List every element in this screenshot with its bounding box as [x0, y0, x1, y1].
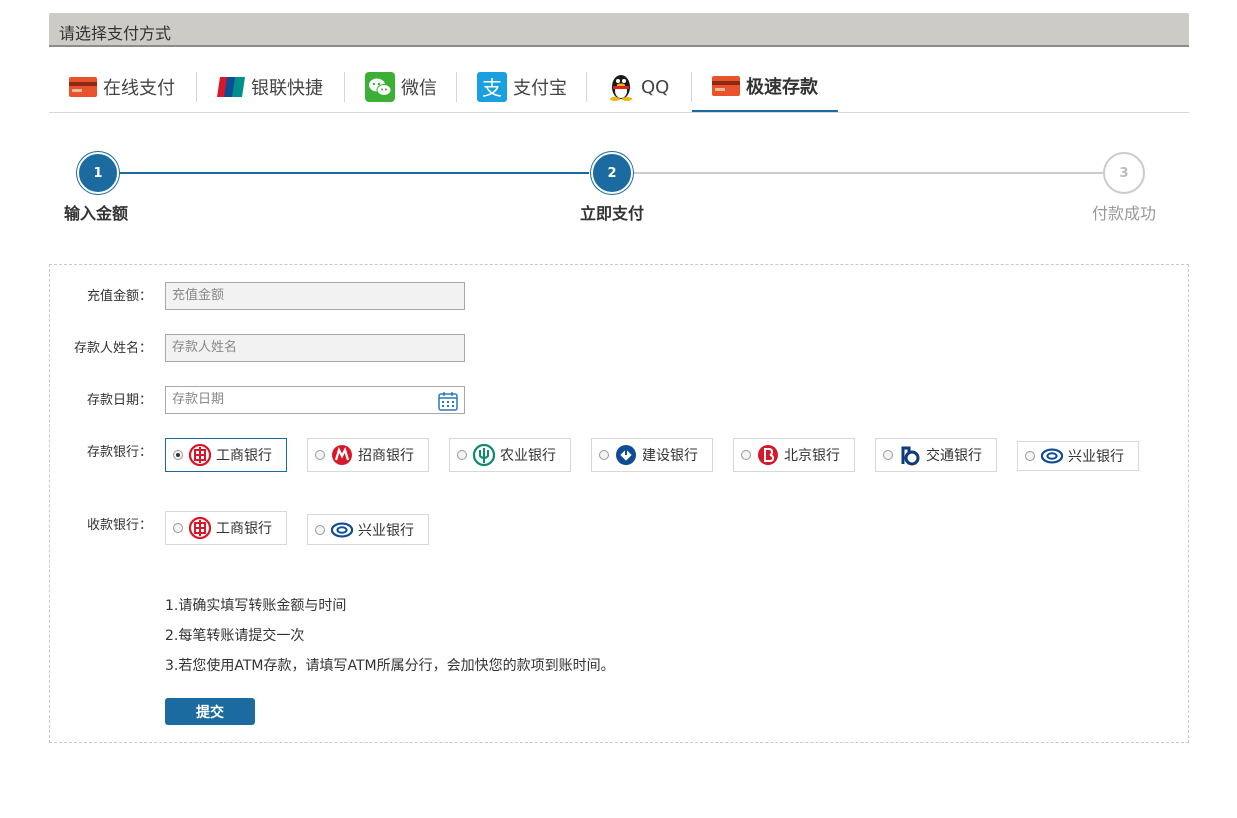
unionpay-icon: [217, 77, 245, 97]
payment-tabs: 在线支付 银联快捷 微信 支 支付宝 QQ 极速存款: [49, 62, 1189, 113]
card-icon: [69, 77, 97, 97]
step-3-circle: 3: [1103, 152, 1145, 194]
radio-button[interactable]: [173, 523, 183, 533]
amount-label: 充值金额：: [86, 289, 152, 304]
radio-button[interactable]: [315, 450, 325, 460]
radio-button[interactable]: [599, 450, 609, 460]
card-icon: [712, 76, 740, 96]
depositor-name-label: 存款人姓名：: [73, 341, 152, 356]
radio-button[interactable]: [741, 450, 751, 460]
icbc-logo-icon: [189, 444, 211, 466]
note-line: 1.请确实填写转账金额与时间: [165, 598, 347, 614]
deposit-form: 充值金额： 充值金额 存款人姓名： 存款人姓名 存款日期： 存款日期 存款银行：…: [49, 264, 1189, 743]
deposit-date-placeholder: 存款日期: [172, 392, 225, 407]
progress-bar-remaining: [633, 172, 1103, 174]
receive-bank-icbc[interactable]: 工商银行: [165, 511, 287, 545]
deposit-bank-label: 存款银行：: [86, 445, 152, 460]
deposit-bank-cib[interactable]: 兴业银行: [1017, 441, 1139, 471]
receive-bank-label: 收款银行：: [86, 518, 152, 533]
step-3-label: 付款成功: [1092, 204, 1157, 223]
cib-logo-icon: [1041, 448, 1063, 464]
payment-method-header: 请选择支付方式: [49, 13, 1189, 47]
radio-button[interactable]: [173, 450, 183, 460]
deposit-bank-bob[interactable]: 北京银行: [733, 438, 855, 472]
deposit-bank-cmb[interactable]: 招商银行: [307, 438, 429, 472]
radio-button[interactable]: [315, 524, 325, 535]
step-1-label: 输入金额: [64, 204, 129, 223]
deposit-bank-icbc[interactable]: 工商银行: [165, 438, 287, 472]
icbc-logo-icon: [189, 517, 211, 539]
deposit-notes: 1.请确实填写转账金额与时间 2.每笔转账请提交一次 3.若您使用ATM存款，请…: [165, 591, 615, 681]
svg-text:支: 支: [482, 76, 502, 100]
alipay-icon: 支: [477, 72, 507, 102]
abc-logo-icon: [473, 444, 495, 466]
wechat-icon: [365, 72, 395, 102]
tab-online-pay[interactable]: 在线支付: [69, 62, 175, 112]
step-1-circle: 1: [77, 152, 119, 194]
submit-button[interactable]: 提交: [165, 698, 255, 725]
tab-unionpay[interactable]: 银联快捷: [217, 62, 323, 112]
note-line: 3.若您使用ATM存款，请填写ATM所属分行，会加快您的款项到账时间。: [165, 658, 615, 674]
deposit-date-label: 存款日期：: [86, 393, 152, 408]
tab-alipay[interactable]: 支 支付宝: [477, 62, 567, 112]
receive-bank-cib[interactable]: 兴业银行: [307, 514, 429, 545]
radio-button[interactable]: [883, 450, 893, 460]
qq-penguin-icon: [610, 75, 632, 101]
deposit-bank-ccb[interactable]: 建设银行: [591, 438, 713, 472]
amount-input[interactable]: 充值金额: [165, 282, 465, 310]
radio-button[interactable]: [457, 450, 467, 460]
cib-logo-icon: [331, 521, 353, 538]
bob-logo-icon: [758, 445, 778, 465]
step-2-circle: 2: [591, 152, 633, 194]
bocom-logo-icon: [901, 446, 920, 466]
radio-button[interactable]: [1025, 451, 1035, 461]
deposit-bank-abc[interactable]: 农业银行: [449, 438, 571, 472]
header-title: 请选择支付方式: [59, 24, 172, 43]
deposit-bank-bocom[interactable]: 交通银行: [875, 438, 997, 472]
calendar-icon[interactable]: [438, 391, 458, 411]
tab-wechat[interactable]: 微信: [365, 62, 437, 112]
step-2-label: 立即支付: [580, 204, 645, 223]
deposit-date-input[interactable]: 存款日期: [165, 386, 465, 414]
tab-qq[interactable]: QQ: [607, 62, 669, 112]
ccb-logo-icon: [616, 445, 636, 465]
note-line: 2.每笔转账请提交一次: [165, 628, 305, 644]
cmb-logo-icon: [332, 445, 352, 465]
progress-steps: 1 2 3 输入金额 立即支付 付款成功: [49, 145, 1189, 235]
tab-fast-deposit[interactable]: 极速存款: [692, 62, 838, 112]
progress-bar-done: [119, 172, 589, 174]
depositor-name-input[interactable]: 存款人姓名: [165, 334, 465, 362]
